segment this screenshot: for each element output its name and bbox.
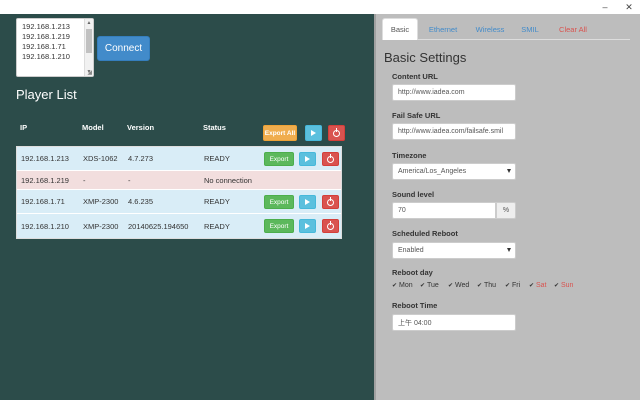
tab-basic[interactable]: Basic xyxy=(382,18,418,40)
cell-ip: 192.168.1.71 xyxy=(21,197,65,206)
play-button[interactable] xyxy=(299,195,316,209)
reboot-all-button[interactable] xyxy=(328,125,345,141)
cell-model: XMP-2300 xyxy=(83,197,119,206)
play-all-button[interactable] xyxy=(305,125,322,141)
ip-address-textarea[interactable]: 192.168.1.213 192.168.1.219 192.168.1.71… xyxy=(16,18,94,77)
checkmark-icon: ✔ xyxy=(505,282,511,289)
tab-smil[interactable]: SMIL xyxy=(518,18,542,40)
export-button[interactable]: Export xyxy=(264,219,294,233)
cell-version: 4.6.235 xyxy=(128,197,154,206)
close-icon: ✕ xyxy=(625,1,633,12)
checkmark-icon: ✔ xyxy=(420,282,426,289)
checkmark-icon: ✔ xyxy=(529,282,535,289)
reboot-time-input[interactable]: 上午 04:00 xyxy=(392,314,516,331)
table-row: 192.168.1.219 - - No connection xyxy=(17,171,341,190)
ip-list-item: 192.168.1.219 xyxy=(22,32,70,41)
play-icon xyxy=(305,223,310,229)
cell-status: No connection xyxy=(204,175,252,185)
checkmark-icon: ✔ xyxy=(448,282,454,289)
chevron-down-icon xyxy=(507,248,511,252)
reboot-time-label: Reboot Time xyxy=(392,301,438,310)
checkmark-icon: ✔ xyxy=(554,282,560,289)
tab-clear-all[interactable]: Clear All xyxy=(554,18,592,40)
scheduled-reboot-value: Enabled xyxy=(398,247,424,254)
title-bar: – ✕ xyxy=(0,0,640,14)
scroll-up-icon[interactable]: ▲ xyxy=(85,20,93,26)
power-icon xyxy=(327,221,334,230)
reboot-day-checkbox[interactable]: ✔ Thu xyxy=(477,282,496,289)
timezone-select[interactable]: America/Los_Angeles xyxy=(392,163,516,180)
settings-title: Basic Settings xyxy=(384,50,467,65)
table-row: 192.168.1.210 XMP-2300 20140625.194650 R… xyxy=(17,214,341,238)
cell-model: - xyxy=(83,175,86,185)
chevron-down-icon xyxy=(507,169,511,173)
connect-button[interactable]: Connect xyxy=(97,36,150,61)
timezone-label: Timezone xyxy=(392,151,427,160)
ip-list-item: 192.168.1.210 xyxy=(22,52,70,61)
play-button[interactable] xyxy=(299,152,316,166)
power-icon xyxy=(327,154,334,163)
cell-version: - xyxy=(128,175,131,185)
scheduled-reboot-label: Scheduled Reboot xyxy=(392,229,458,238)
failsafe-url-label: Fail Safe URL xyxy=(392,111,441,120)
cell-model: XDS-1062 xyxy=(83,154,118,163)
table-header: IP Model Version Status Export All xyxy=(16,110,345,146)
scheduled-reboot-select[interactable]: Enabled xyxy=(392,242,516,259)
cell-version: 4.7.273 xyxy=(128,154,154,163)
scrollbar-thumb[interactable] xyxy=(86,29,92,53)
reboot-day-checkbox[interactable]: ✔ Wed xyxy=(448,282,469,289)
reboot-button[interactable] xyxy=(322,152,339,166)
settings-panel: Basic Ethernet Wireless SMIL Clear All B… xyxy=(374,14,640,400)
minimize-icon: – xyxy=(602,2,608,12)
reboot-day-checkbox[interactable]: ✔ Fri xyxy=(505,282,520,289)
timezone-value: America/Los_Angeles xyxy=(398,168,467,175)
cell-status: READY xyxy=(204,221,230,231)
player-list-title: Player List xyxy=(16,87,77,102)
player-panel: 192.168.1.213 192.168.1.219 192.168.1.71… xyxy=(0,14,374,400)
cell-ip: 192.168.1.210 xyxy=(21,221,69,231)
reboot-button[interactable] xyxy=(322,195,339,209)
reboot-day-label: Reboot day xyxy=(392,268,433,277)
cell-status: READY xyxy=(204,154,230,163)
cell-version: 20140625.194650 xyxy=(128,221,189,231)
play-button[interactable] xyxy=(299,219,316,233)
reboot-day-checkbox[interactable]: ✔ Sat xyxy=(529,282,547,289)
resize-handle-icon[interactable]: ◢ xyxy=(87,69,92,76)
table-row: 192.168.1.71 XMP-2300 4.6.235 READY Expo… xyxy=(17,190,341,214)
power-icon xyxy=(327,197,334,206)
cell-ip: 192.168.1.219 xyxy=(21,175,69,185)
power-icon xyxy=(333,128,340,137)
play-icon xyxy=(311,130,316,136)
checkmark-icon: ✔ xyxy=(392,282,398,289)
content-url-label: Content URL xyxy=(392,72,438,81)
export-all-button[interactable]: Export All xyxy=(263,125,297,141)
sound-level-label: Sound level xyxy=(392,190,435,199)
textarea-scrollbar[interactable]: ▲ ▼ xyxy=(84,19,93,76)
sound-level-input[interactable]: 70 xyxy=(392,202,496,219)
sound-unit-addon: % xyxy=(496,202,516,219)
reboot-day-checkbox[interactable]: ✔ Sun xyxy=(554,282,573,289)
export-button[interactable]: Export xyxy=(264,152,294,166)
cell-model: XMP-2300 xyxy=(83,221,119,231)
content-url-input[interactable]: http://www.iadea.com xyxy=(392,84,516,101)
tab-ethernet[interactable]: Ethernet xyxy=(424,18,462,40)
reboot-day-checkbox[interactable]: ✔ Mon xyxy=(392,282,413,289)
checkmark-icon: ✔ xyxy=(477,282,483,289)
player-table: 192.168.1.213 XDS-1062 4.7.273 READY Exp… xyxy=(16,146,342,239)
settings-tabs: Basic Ethernet Wireless SMIL Clear All xyxy=(382,18,630,40)
reboot-day-checkbox[interactable]: ✔ Tue xyxy=(420,282,439,289)
ip-list-item: 192.168.1.71 xyxy=(22,42,66,51)
play-icon xyxy=(305,199,310,205)
table-row: 192.168.1.213 XDS-1062 4.7.273 READY Exp… xyxy=(17,147,341,171)
reboot-button[interactable] xyxy=(322,219,339,233)
cell-status: READY xyxy=(204,197,230,206)
failsafe-url-input[interactable]: http://www.iadea.com/failsafe.smil xyxy=(392,123,516,140)
minimize-button[interactable]: – xyxy=(596,0,614,14)
export-button[interactable]: Export xyxy=(264,195,294,209)
tab-wireless[interactable]: Wireless xyxy=(472,18,508,40)
ip-list-item: 192.168.1.213 xyxy=(22,22,70,31)
close-window-button[interactable]: ✕ xyxy=(620,0,638,14)
play-icon xyxy=(305,156,310,162)
cell-ip: 192.168.1.213 xyxy=(21,154,69,163)
